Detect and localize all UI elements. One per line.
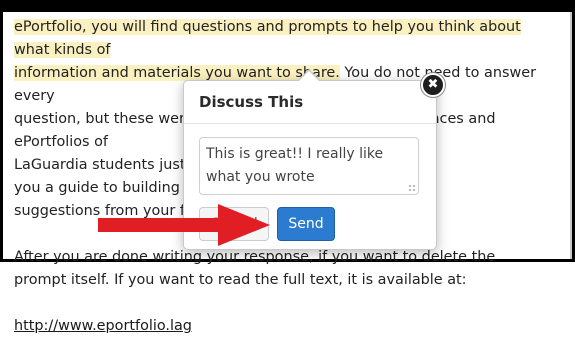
eportfolio-link[interactable]: http://www.eportfolio.lag <box>14 318 192 334</box>
send-button[interactable]: Send <box>277 207 335 241</box>
comment-text: This is great!! I really like what you w… <box>206 146 384 185</box>
resize-grip-icon[interactable] <box>408 184 416 192</box>
popover-divider <box>184 123 436 124</box>
article-text: prompt itself. If you want to read the f… <box>14 272 467 288</box>
highlighted-text: ePortfolio, you will find questions and … <box>14 19 521 58</box>
article-text: After you are done writing your response… <box>14 249 496 265</box>
highlighted-text: information and materials you want to sh… <box>14 65 340 81</box>
article-paragraph-2: After you are done writing your response… <box>14 246 559 292</box>
close-icon[interactable]: ✖ <box>421 73 445 97</box>
popover-title: Discuss This <box>199 93 304 111</box>
comment-textarea[interactable]: This is great!! I really like what you w… <box>199 137 419 195</box>
scrollbar-edge[interactable] <box>570 12 572 259</box>
red-arrow-icon <box>98 204 270 246</box>
